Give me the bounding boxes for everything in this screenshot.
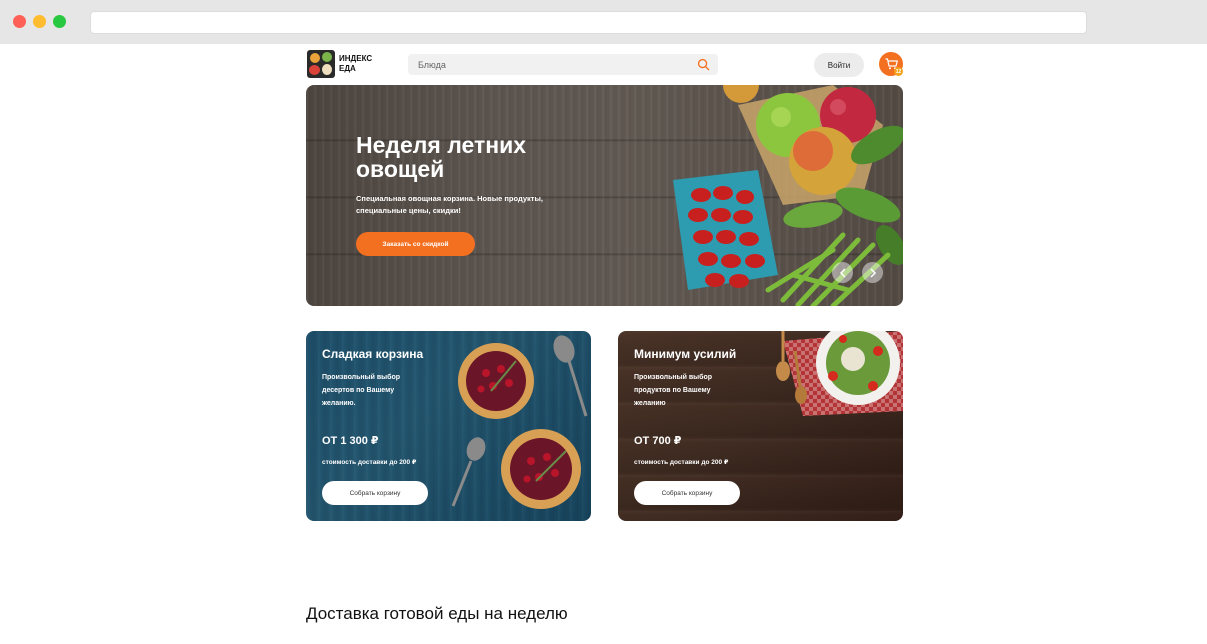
hero-title: Неделя летних овощей — [356, 132, 527, 182]
cart-count-badge: 12 — [894, 67, 903, 76]
carousel-next-button[interactable] — [862, 262, 883, 283]
hero-banner: Неделя летних овощей Специальная овощная… — [306, 85, 903, 306]
chevron-right-icon — [869, 267, 876, 278]
close-window-button[interactable] — [13, 15, 26, 28]
card-title: Минимум усилий — [634, 347, 737, 361]
card-price: ОТ 1 300 ₽ — [322, 435, 379, 447]
carousel-prev-button[interactable] — [832, 262, 853, 283]
section-title: Доставка готовой еды на неделю — [306, 604, 568, 623]
login-button[interactable]: Войти — [814, 53, 864, 77]
salad-image — [776, 331, 903, 416]
maximize-window-button[interactable] — [53, 15, 66, 28]
build-basket-button[interactable]: Собрать корзину — [634, 481, 740, 505]
search-icon[interactable] — [697, 58, 710, 71]
card-price: ОТ 700 ₽ — [634, 435, 682, 447]
tarts-image — [451, 335, 588, 509]
minimize-window-button[interactable] — [33, 15, 46, 28]
cart-button[interactable]: 12 — [879, 52, 903, 76]
browser-chrome — [0, 0, 1207, 44]
logo-image — [307, 50, 335, 78]
order-discount-button[interactable]: Заказать со скидкой — [356, 232, 475, 256]
address-bar[interactable] — [90, 11, 1087, 34]
card-description: Произвольный выбор продуктов по Вашему ж… — [634, 374, 713, 407]
card-delivery-cost: стоимость доставки до 200 ₽ — [634, 459, 729, 466]
logo[interactable]: ИНДЕКС ЕДА — [307, 50, 372, 78]
search-bar — [408, 54, 718, 75]
logo-text: ИНДЕКС ЕДА — [339, 54, 372, 74]
page: ИНДЕКС ЕДА Войти 12 — [0, 44, 1207, 644]
card-description: Произвольный выбор десертов по Вашему же… — [322, 374, 401, 407]
build-basket-button[interactable]: Собрать корзину — [322, 481, 428, 505]
card-delivery-cost: стоимость доставки до 200 ₽ — [322, 459, 417, 466]
card-title: Сладкая корзина — [322, 347, 424, 361]
search-input[interactable] — [408, 54, 678, 75]
minimum-effort-card: Минимум усилий Произвольный выбор продук… — [618, 331, 903, 521]
hero-subtitle: Специальная овощная корзина. Новые проду… — [356, 194, 543, 215]
logo-line-2: ЕДА — [339, 64, 356, 73]
logo-line-1: ИНДЕКС — [339, 54, 373, 63]
chevron-left-icon — [839, 267, 846, 278]
sweet-basket-card: Сладкая корзина Произвольный выбор десер… — [306, 331, 591, 521]
